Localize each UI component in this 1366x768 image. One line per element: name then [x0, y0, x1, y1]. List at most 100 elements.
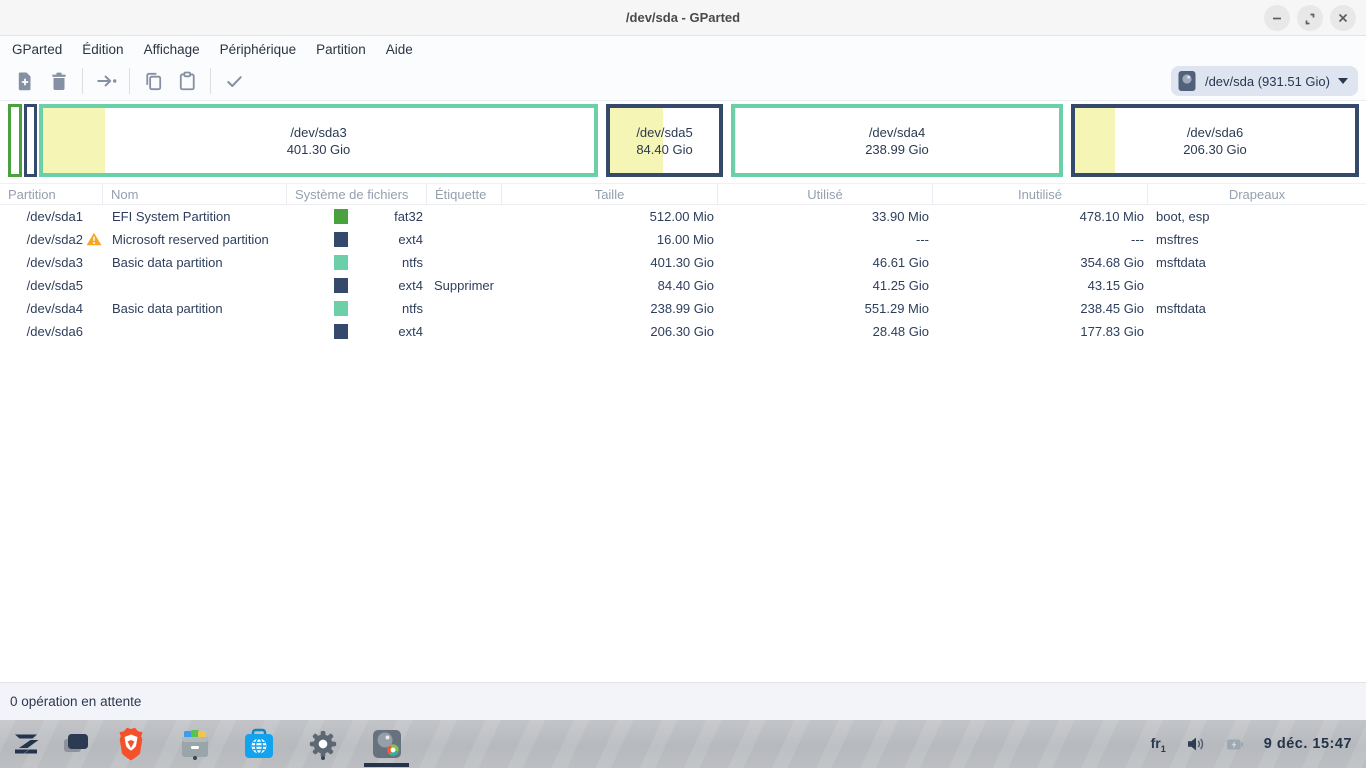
col-header-utilise[interactable]: Utilisé [718, 184, 933, 204]
running-indicator [193, 756, 197, 760]
restore-button[interactable] [1297, 5, 1323, 31]
cell-size: 84.40 Gio [502, 274, 718, 297]
active-app-indicator [364, 763, 409, 767]
cell-label [427, 251, 502, 274]
table-row[interactable]: /dev/sda6 ext4 206.30 Gio 28.48 Gio 177.… [0, 320, 1366, 343]
close-button[interactable] [1330, 5, 1356, 31]
copy-button[interactable] [136, 66, 170, 96]
table-row[interactable]: /dev/sda4 Basic data partition ntfs 238.… [0, 297, 1366, 320]
filesystem-color-swatch [334, 255, 348, 270]
col-header-inutilise[interactable]: Inutilisé [933, 184, 1148, 204]
cell-filesystem: ntfs [287, 251, 427, 274]
gparted-icon [370, 728, 404, 760]
disk-segment-size: 206.30 Gio [1183, 142, 1247, 157]
cell-partition: /dev/sda5 [0, 274, 103, 297]
partition-table: /dev/sda1 EFI System Partition fat32 512… [0, 205, 1366, 343]
battery-icon[interactable] [1226, 736, 1244, 753]
col-header-nom[interactable]: Nom [103, 184, 287, 204]
restore-icon [1303, 11, 1317, 25]
cell-unused: 478.10 Mio [933, 205, 1148, 228]
cell-flags [1148, 320, 1366, 343]
keyboard-layout-indicator[interactable]: fr1 [1151, 735, 1166, 754]
cell-size: 16.00 Mio [502, 228, 718, 251]
volume-icon[interactable] [1186, 735, 1206, 753]
col-header-taille[interactable]: Taille [502, 184, 718, 204]
window-title: /dev/sda - GParted [0, 0, 1366, 36]
disk-segment-sda1[interactable] [8, 104, 22, 177]
software-store-button[interactable] [240, 725, 278, 763]
apply-check-icon [223, 70, 246, 93]
disk-segment-sda6[interactable]: /dev/sda6 206.30 Gio [1071, 104, 1359, 177]
brave-browser-button[interactable] [112, 725, 150, 763]
settings-button[interactable] [304, 725, 342, 763]
disk-segment-device: /dev/sda3 [290, 125, 346, 140]
clock[interactable]: 9 déc. 15:47 [1264, 736, 1352, 752]
cell-flags [1148, 274, 1366, 297]
paste-button[interactable] [170, 66, 204, 96]
files-button[interactable] [176, 725, 214, 763]
cell-name: Basic data partition [103, 297, 287, 320]
window-titlebar[interactable]: /dev/sda - GParted [0, 0, 1366, 36]
cell-filesystem: ntfs [287, 297, 427, 320]
toolbar: /dev/sda (931.51 Gio) [0, 62, 1366, 101]
cell-size: 206.30 Gio [502, 320, 718, 343]
disk-segment-sda5[interactable]: /dev/sda5 84.40 Gio [606, 104, 723, 177]
disk-segment-device: /dev/sda4 [869, 125, 925, 140]
table-row[interactable]: /dev/sda1 EFI System Partition fat32 512… [0, 205, 1366, 228]
filesystem-color-swatch [334, 324, 348, 339]
menu-affichage[interactable]: Affichage [134, 39, 210, 60]
cell-name: Microsoft reserved partition [103, 228, 287, 251]
disk-segment-sda3[interactable]: /dev/sda3 401.30 Gio [39, 104, 598, 177]
col-header-etiquette[interactable]: Étiquette [427, 184, 502, 204]
cell-unused: 43.15 Gio [933, 274, 1148, 297]
zorin-menu-button[interactable] [7, 725, 45, 763]
minimize-button[interactable] [1264, 5, 1290, 31]
new-partition-button[interactable] [8, 66, 42, 96]
cell-partition: /dev/sda1 [0, 205, 103, 228]
cell-label [427, 320, 502, 343]
disk-segment-size: 238.99 Gio [865, 142, 929, 157]
disk-bar: /dev/sda3 401.30 Gio /dev/sda5 84.40 Gio… [0, 101, 1366, 183]
pending-operations-text: 0 opération en attente [10, 694, 141, 709]
cell-name [103, 274, 287, 297]
cell-partition: /dev/sda4 [0, 297, 103, 320]
menu-aide[interactable]: Aide [376, 39, 423, 60]
cell-size: 238.99 Gio [502, 297, 718, 320]
resize-move-button[interactable] [89, 66, 123, 96]
apply-operations-button[interactable] [217, 66, 251, 96]
table-header: Partition Nom Système de fichiers Étique… [0, 183, 1366, 205]
menu-partition[interactable]: Partition [306, 39, 376, 60]
cell-unused: 238.45 Gio [933, 297, 1148, 320]
desktop: /dev/sda - GParted GParted Édition Affic… [0, 0, 1366, 768]
disk-segment-sda4[interactable]: /dev/sda4 238.99 Gio [731, 104, 1063, 177]
gparted-button[interactable] [368, 725, 406, 763]
menu-peripherique[interactable]: Périphérique [210, 39, 307, 60]
table-row[interactable]: /dev/sda5 ext4 Supprimer 84.40 Gio 41.25… [0, 274, 1366, 297]
table-row[interactable]: /dev/sda2 Microsoft reserved partition e… [0, 228, 1366, 251]
menu-edition[interactable]: Édition [72, 39, 133, 60]
disk-segment-sda2[interactable] [24, 104, 37, 177]
resize-move-icon [94, 69, 118, 93]
hard-drive-icon [1177, 70, 1197, 92]
cell-filesystem: ext4 [287, 274, 427, 297]
table-row[interactable]: /dev/sda3 Basic data partition ntfs 401.… [0, 251, 1366, 274]
delete-partition-button[interactable] [42, 66, 76, 96]
col-header-drapeaux[interactable]: Drapeaux [1148, 184, 1366, 204]
software-store-icon [242, 728, 276, 760]
warning-icon [86, 232, 102, 246]
taskbar: fr1 9 déc. 15:47 [0, 720, 1366, 768]
cell-flags: msftdata [1148, 251, 1366, 274]
close-icon [1336, 11, 1350, 25]
workspaces-button[interactable] [57, 725, 95, 763]
cell-flags: msftres [1148, 228, 1366, 251]
menu-gparted[interactable]: GParted [2, 39, 72, 60]
cell-name: EFI System Partition [103, 205, 287, 228]
cell-flags: boot, esp [1148, 205, 1366, 228]
statusbar: 0 opération en attente [0, 682, 1366, 720]
col-header-systeme[interactable]: Système de fichiers [287, 184, 427, 204]
cell-flags: msftdata [1148, 297, 1366, 320]
cell-used: --- [718, 228, 933, 251]
device-selector[interactable]: /dev/sda (931.51 Gio) [1171, 66, 1358, 96]
device-selector-label: /dev/sda (931.51 Gio) [1205, 74, 1330, 89]
col-header-partition[interactable]: Partition [0, 184, 103, 204]
